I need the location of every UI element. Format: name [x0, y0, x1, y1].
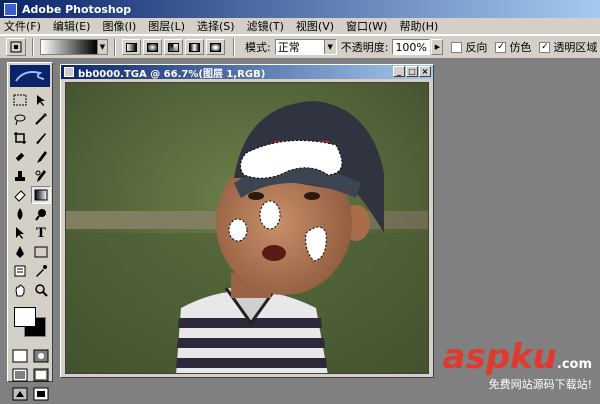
watermark: aspku.com 免费网站源码下载站! [443, 340, 592, 392]
menu-filter[interactable]: 滤镜(T) [247, 18, 284, 34]
color-swatches [10, 305, 50, 343]
mode-select[interactable]: 正常 ▼ [274, 39, 337, 55]
opacity-label: 不透明度: [340, 41, 389, 54]
toolbox: T [7, 62, 53, 401]
eraser-tool-icon[interactable] [10, 186, 30, 204]
crop-tool-icon[interactable] [10, 129, 30, 147]
path-select-icon[interactable] [10, 224, 30, 242]
menu-edit[interactable]: 编辑(E) [53, 18, 91, 34]
transparency-option[interactable]: ✓ 透明区域 [539, 39, 597, 55]
photoshop-icon [4, 2, 17, 16]
reflected-gradient-button[interactable] [185, 39, 204, 55]
magic-wand-icon[interactable] [31, 110, 51, 128]
zoom-tool-icon[interactable] [31, 281, 51, 299]
app-title: Adobe Photoshop [22, 2, 132, 16]
watermark-tld: .com [556, 357, 592, 372]
diamond-gradient-button[interactable] [206, 39, 225, 55]
transparency-checkbox[interactable]: ✓ [539, 41, 551, 53]
document-titlebar[interactable]: bb0000.TGA @ 66.7%(图层 1,RGB) _ □ × [61, 65, 433, 80]
history-brush-icon[interactable] [31, 167, 51, 185]
brush-tool-icon[interactable] [31, 148, 51, 166]
chevron-down-icon[interactable]: ▼ [98, 39, 108, 55]
mode-grid [8, 345, 52, 404]
quickmask-mode-icon[interactable] [31, 347, 51, 365]
screen-mode-standard-icon[interactable] [10, 366, 30, 384]
opacity-arrow-icon[interactable]: ▶ [431, 39, 444, 55]
menu-view[interactable]: 视图(V) [296, 18, 334, 34]
separator [32, 38, 34, 56]
mode-value: 正常 [277, 41, 300, 54]
reverse-checkbox[interactable] [451, 41, 463, 53]
close-icon[interactable]: × [419, 66, 431, 77]
document-title: bb0000.TGA @ 66.7%(图层 1,RGB) [78, 68, 266, 80]
screen-mode-full-icon[interactable] [31, 366, 51, 384]
type-tool-icon[interactable]: T [31, 224, 51, 242]
window-controls: _ □ × [393, 66, 431, 77]
options-bar: ▼ 模式: 正常 ▼ 不透明度: 100% ▶ 反向 ✓ 仿色 ✓ 透明区域 [0, 35, 600, 59]
menu-bar: 文件(F) 编辑(E) 图像(I) 图层(L) 选择(S) 滤镜(T) 视图(V… [0, 18, 600, 35]
linear-gradient-button[interactable] [122, 39, 141, 55]
stamp-tool-icon[interactable] [10, 167, 30, 185]
separator [114, 38, 116, 56]
watermark-brand: aspku [442, 337, 557, 377]
chevron-down-icon: ▼ [323, 40, 336, 54]
menu-help[interactable]: 帮助(H) [399, 18, 438, 34]
shape-tool-icon[interactable] [31, 243, 51, 261]
dodge-tool-icon[interactable] [31, 205, 51, 223]
notes-tool-icon[interactable] [10, 262, 30, 280]
dither-label: 仿色 [509, 41, 532, 54]
slice-tool-icon[interactable] [31, 129, 51, 147]
angle-gradient-button[interactable] [164, 39, 183, 55]
marquee-tool-icon[interactable] [10, 91, 30, 109]
maximize-icon[interactable]: □ [406, 66, 418, 77]
document-window: bb0000.TGA @ 66.7%(图层 1,RGB) _ □ × [60, 64, 434, 378]
screen-mode-toggle-icon[interactable] [31, 385, 51, 403]
image-canvas[interactable] [65, 82, 429, 374]
move-tool-icon[interactable] [31, 91, 51, 109]
transparency-label: 透明区域 [553, 41, 598, 54]
mode-label: 模式: [245, 41, 271, 54]
radial-gradient-button[interactable] [143, 39, 162, 55]
foreground-color-swatch[interactable] [14, 307, 36, 327]
tool-grid: T [8, 89, 52, 301]
standard-mode-icon[interactable] [10, 347, 30, 365]
dither-option[interactable]: ✓ 仿色 [495, 39, 531, 55]
jump-to-imageready-icon[interactable] [10, 385, 30, 403]
eyedropper-icon[interactable] [31, 262, 51, 280]
photo-boy-with-cap [66, 83, 428, 373]
blur-tool-icon[interactable] [10, 205, 30, 223]
document-icon [64, 67, 74, 77]
menu-image[interactable]: 图像(I) [102, 18, 136, 34]
separator [233, 38, 235, 56]
opacity-value: 100% [395, 40, 427, 54]
lasso-tool-icon[interactable] [10, 110, 30, 128]
app-titlebar: Adobe Photoshop [0, 0, 600, 18]
hand-tool-icon[interactable] [10, 281, 30, 299]
reverse-label: 反向 [465, 41, 488, 54]
healing-brush-icon[interactable] [10, 148, 30, 166]
watermark-tagline: 免费网站源码下载站! [488, 378, 592, 391]
minimize-icon[interactable]: _ [393, 66, 405, 77]
dither-checkbox[interactable]: ✓ [495, 41, 507, 53]
menu-select[interactable]: 选择(S) [197, 18, 235, 34]
reverse-option[interactable]: 反向 [451, 39, 487, 55]
menu-file[interactable]: 文件(F) [4, 18, 41, 34]
pen-tool-icon[interactable] [10, 243, 30, 261]
gradient-picker[interactable] [40, 39, 98, 55]
gradient-tool-icon[interactable] [6, 38, 26, 56]
toolbox-logo [10, 65, 50, 87]
menu-layer[interactable]: 图层(L) [148, 18, 185, 34]
menu-window[interactable]: 窗口(W) [346, 18, 387, 34]
opacity-input[interactable]: 100% [392, 39, 431, 55]
gradient-tool-icon[interactable] [31, 186, 51, 204]
